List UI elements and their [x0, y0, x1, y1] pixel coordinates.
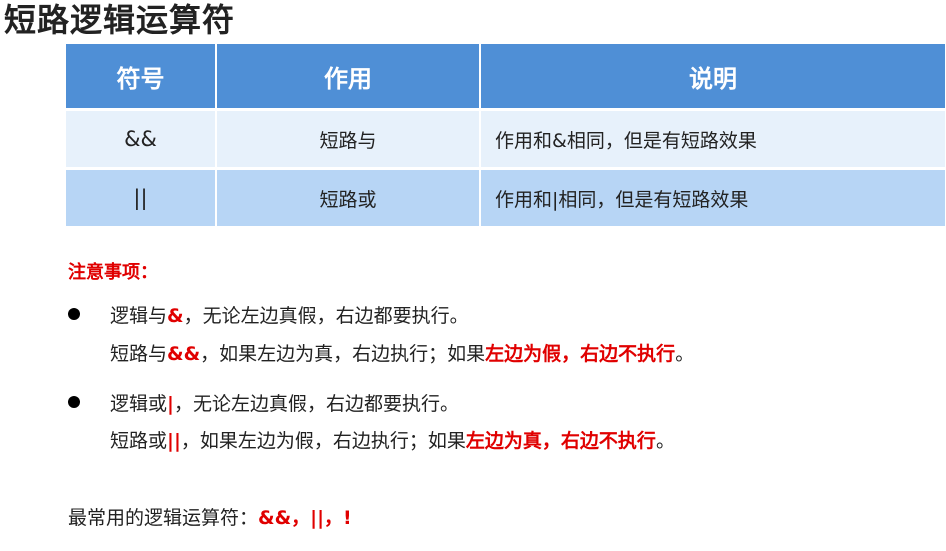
header-symbol: 符号	[66, 44, 217, 111]
note-text: 短路或	[110, 430, 168, 452]
common-operators-line: 最常用的逻辑运算符：&&，||，!	[68, 503, 352, 530]
table-row: && 短路与 作用和&相同，但是有短路效果	[66, 109, 946, 170]
table-row: || 短路或 作用和|相同，但是有短路效果	[66, 168, 946, 229]
note-text: ，如果左边为假，右边执行；如果	[180, 430, 466, 452]
bullet-icon	[68, 308, 80, 320]
note-operator: |	[167, 393, 174, 415]
note-text: ，无论左边真假，右边都要执行。	[173, 393, 459, 415]
bullet-icon	[68, 396, 80, 408]
note-text: ，如果左边为真，右边执行；如果	[200, 343, 486, 365]
header-description: 说明	[480, 44, 946, 111]
header-function: 作用	[216, 44, 481, 111]
note-text: 短路与	[110, 343, 168, 365]
footer-operators: &&，||，!	[258, 507, 352, 529]
note-operator: &&	[167, 343, 201, 365]
note-or-line1: 逻辑或|，无论左边真假，右边都要执行。	[110, 389, 459, 416]
notes-heading: 注意事项：	[68, 262, 158, 283]
cell-function: 短路与	[216, 109, 481, 170]
note-text: 。	[655, 430, 675, 452]
note-text: ，无论左边真假，右边都要执行。	[183, 305, 469, 327]
operator-table: 符号 作用 说明 && 短路与 作用和&相同，但是有短路效果 || 短路或 作用…	[66, 44, 946, 229]
note-emphasis: 左边为假，右边不执行	[485, 343, 676, 365]
cell-symbol: &&	[66, 109, 217, 170]
note-operator: &	[167, 305, 184, 327]
table-header-row: 符号 作用 说明	[66, 44, 946, 111]
note-operator: ||	[167, 430, 181, 452]
footer-label: 最常用的逻辑运算符：	[68, 507, 259, 529]
note-emphasis: 左边为真，右边不执行	[465, 430, 656, 452]
cell-function: 短路或	[216, 168, 481, 229]
note-text: 逻辑与	[110, 305, 168, 327]
cell-symbol: ||	[66, 168, 217, 229]
cell-description: 作用和|相同，但是有短路效果	[480, 168, 946, 229]
page-title: 短路逻辑运算符	[4, 1, 236, 39]
note-text: 逻辑或	[110, 393, 168, 415]
cell-description: 作用和&相同，但是有短路效果	[480, 109, 946, 170]
note-text: 。	[675, 343, 695, 365]
note-and-line2: 短路与&&，如果左边为真，右边执行；如果左边为假，右边不执行。	[110, 339, 694, 366]
note-and-line1: 逻辑与&，无论左边真假，右边都要执行。	[110, 301, 469, 328]
note-or-line2: 短路或||，如果左边为假，右边执行；如果左边为真，右边不执行。	[110, 426, 675, 453]
